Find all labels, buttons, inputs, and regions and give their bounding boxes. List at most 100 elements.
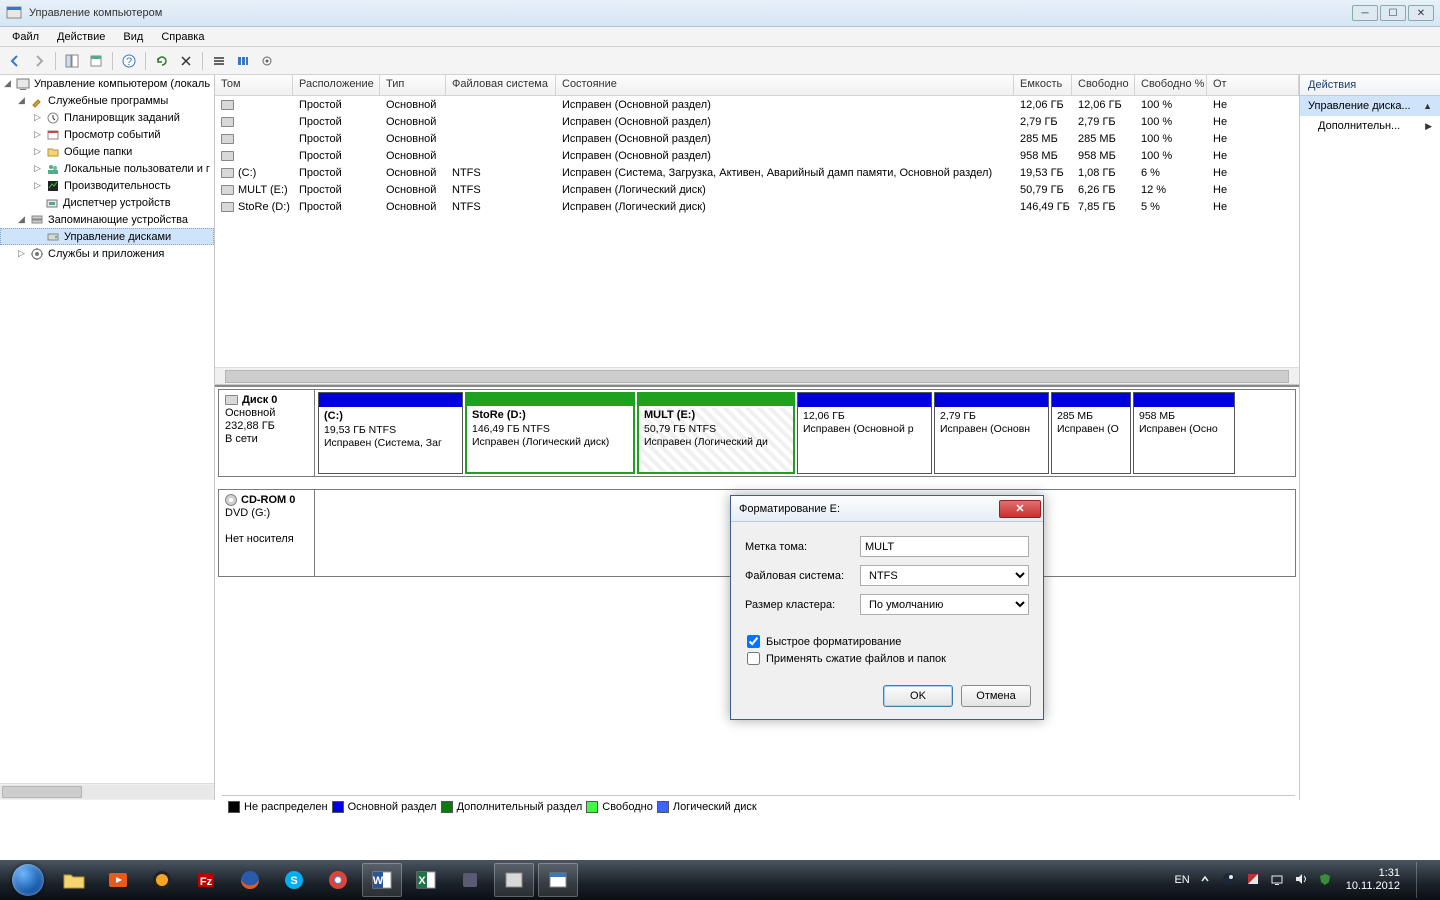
expand-icon[interactable]: ▷	[32, 112, 43, 123]
col-status[interactable]: Состояние	[556, 75, 1014, 95]
taskbar-chrome-icon[interactable]	[318, 863, 358, 897]
partition[interactable]: MULT (E:)50,79 ГБ NTFSИсправен (Логическ…	[637, 392, 795, 474]
tree-task-scheduler[interactable]: ▷ Планировщик заданий	[0, 109, 214, 126]
menu-view[interactable]: Вид	[115, 29, 151, 45]
tree-storage[interactable]: ◢ Запоминающие устройства	[0, 211, 214, 228]
taskbar-explorer-icon[interactable]	[54, 863, 94, 897]
taskbar-skype-icon[interactable]: S	[274, 863, 314, 897]
taskbar-paint-icon[interactable]	[538, 863, 578, 897]
tree-performance[interactable]: ▷ Производительность	[0, 177, 214, 194]
disk-0-row[interactable]: Диск 0 Основной 232,88 ГБ В сети (C:)19,…	[218, 389, 1296, 477]
volume-list[interactable]: Том Расположение Тип Файловая система Со…	[215, 75, 1299, 385]
partition[interactable]: 285 МБИсправен (О	[1051, 392, 1131, 474]
volume-list-hscroll[interactable]	[215, 367, 1299, 384]
tray-network-icon[interactable]	[1270, 872, 1286, 888]
settings-icon[interactable]	[256, 50, 278, 72]
dialog-titlebar[interactable]: Форматирование E: ✕	[731, 496, 1043, 522]
tray-shield-icon[interactable]	[1318, 872, 1334, 888]
tray-flag-icon[interactable]	[1246, 872, 1262, 888]
minimize-button[interactable]: ─	[1352, 5, 1378, 21]
taskbar-filezilla-icon[interactable]: Fz	[186, 863, 226, 897]
maximize-button[interactable]: ☐	[1380, 5, 1406, 21]
help-icon[interactable]: ?	[118, 50, 140, 72]
compress-checkbox[interactable]	[747, 652, 760, 665]
collapse-icon[interactable]: ◢	[2, 78, 13, 89]
refresh-button[interactable]	[151, 50, 173, 72]
volume-row[interactable]: ПростойОсновнойИсправен (Основной раздел…	[215, 130, 1299, 147]
cancel-button[interactable]: Отмена	[961, 685, 1031, 707]
col-freepc[interactable]: Свободно %	[1135, 75, 1207, 95]
partition[interactable]: 958 МБИсправен (Осно	[1133, 392, 1235, 474]
collapse-icon[interactable]: ◢	[16, 214, 27, 225]
taskbar-firefox-icon[interactable]	[230, 863, 270, 897]
col-fs[interactable]: Файловая система	[446, 75, 556, 95]
tree-root[interactable]: ◢ Управление компьютером (локаль	[0, 75, 214, 92]
expand-icon[interactable]: ▷	[32, 180, 43, 191]
collapse-icon[interactable]: ◢	[16, 95, 27, 106]
list-view-button[interactable]	[208, 50, 230, 72]
tray-volume-icon[interactable]	[1294, 872, 1310, 888]
back-button[interactable]	[4, 50, 26, 72]
col-capacity[interactable]: Емкость	[1014, 75, 1072, 95]
expand-icon[interactable]: ▷	[16, 248, 27, 259]
delete-button[interactable]	[175, 50, 197, 72]
expand-icon[interactable]: ▷	[32, 163, 43, 174]
tree-shared-folders[interactable]: ▷ Общие папки	[0, 143, 214, 160]
partition[interactable]: StoRe (D:)146,49 ГБ NTFSИсправен (Логиче…	[465, 392, 635, 474]
volume-row[interactable]: ПростойОсновнойИсправен (Основной раздел…	[215, 113, 1299, 130]
start-button[interactable]	[6, 863, 50, 897]
partition[interactable]: 2,79 ГБИсправен (Основн	[934, 392, 1049, 474]
taskbar-app1-icon[interactable]	[450, 863, 490, 897]
tray-chevron-icon[interactable]	[1198, 872, 1214, 888]
tree-disk-management[interactable]: Управление дисками	[0, 228, 214, 245]
col-layout[interactable]: Расположение	[293, 75, 380, 95]
taskbar-word-icon[interactable]: W	[362, 863, 402, 897]
col-volume[interactable]: Том	[215, 75, 293, 95]
volume-row[interactable]: ПростойОсновнойИсправен (Основной раздел…	[215, 147, 1299, 164]
taskbar-excel-icon[interactable]: X	[406, 863, 446, 897]
filesystem-select[interactable]: NTFS	[860, 565, 1029, 586]
language-indicator[interactable]: EN	[1174, 874, 1189, 886]
volume-list-header[interactable]: Том Расположение Тип Файловая система Со…	[215, 75, 1299, 96]
tree-event-viewer[interactable]: ▷ Просмотр событий	[0, 126, 214, 143]
taskbar-app2-icon[interactable]	[494, 863, 534, 897]
menu-file[interactable]: Файл	[4, 29, 47, 45]
taskbar[interactable]: Fz S W X EN 1:31 10.11.2012	[0, 860, 1440, 900]
col-overhead[interactable]: От	[1207, 75, 1299, 95]
col-free[interactable]: Свободно	[1072, 75, 1135, 95]
volume-row[interactable]: StoRe (D:)ПростойОсновнойNTFSИсправен (Л…	[215, 198, 1299, 215]
tree-scrollbar[interactable]	[0, 783, 214, 800]
volume-row[interactable]: MULT (E:)ПростойОсновнойNTFSИсправен (Ло…	[215, 181, 1299, 198]
ok-button[interactable]: OK	[883, 685, 953, 707]
tree-system-tools[interactable]: ◢ Служебные программы	[0, 92, 214, 109]
show-desktop-button[interactable]	[1416, 862, 1428, 898]
cluster-size-select[interactable]: По умолчанию	[860, 594, 1029, 615]
dialog-close-button[interactable]: ✕	[999, 500, 1041, 518]
tree-local-users[interactable]: ▷ Локальные пользователи и г	[0, 160, 214, 177]
expand-icon[interactable]: ▷	[32, 146, 43, 157]
partition[interactable]: 12,06 ГБИсправен (Основной р	[797, 392, 932, 474]
show-hide-tree-button[interactable]	[61, 50, 83, 72]
navigation-tree[interactable]: ◢ Управление компьютером (локаль ◢ Служе…	[0, 75, 215, 800]
menu-help[interactable]: Справка	[153, 29, 212, 45]
expand-icon[interactable]: ▷	[32, 129, 43, 140]
volume-row[interactable]: ПростойОсновнойИсправен (Основной раздел…	[215, 96, 1299, 113]
tray-steam-icon[interactable]	[1222, 872, 1238, 888]
action-disk-management[interactable]: Управление диска...▲	[1300, 96, 1440, 116]
volume-row[interactable]: (C:)ПростойОсновнойNTFSИсправен (Система…	[215, 164, 1299, 181]
tray-clock[interactable]: 1:31 10.11.2012	[1342, 867, 1404, 892]
action-more[interactable]: Дополнительн...▶	[1300, 116, 1440, 136]
taskbar-aimp-icon[interactable]	[142, 863, 182, 897]
tree-device-manager[interactable]: Диспетчер устройств	[0, 194, 214, 211]
col-type[interactable]: Тип	[380, 75, 446, 95]
graphical-view-button[interactable]	[232, 50, 254, 72]
taskbar-media-icon[interactable]	[98, 863, 138, 897]
partition[interactable]: (C:)19,53 ГБ NTFSИсправен (Система, Заг	[318, 392, 463, 474]
volume-label-input[interactable]	[860, 536, 1029, 557]
menu-action[interactable]: Действие	[49, 29, 113, 45]
close-button[interactable]: ✕	[1408, 5, 1434, 21]
tree-services[interactable]: ▷ Службы и приложения	[0, 245, 214, 262]
forward-button[interactable]	[28, 50, 50, 72]
quick-format-checkbox[interactable]	[747, 635, 760, 648]
system-tray[interactable]: EN 1:31 10.11.2012	[1174, 862, 1434, 898]
